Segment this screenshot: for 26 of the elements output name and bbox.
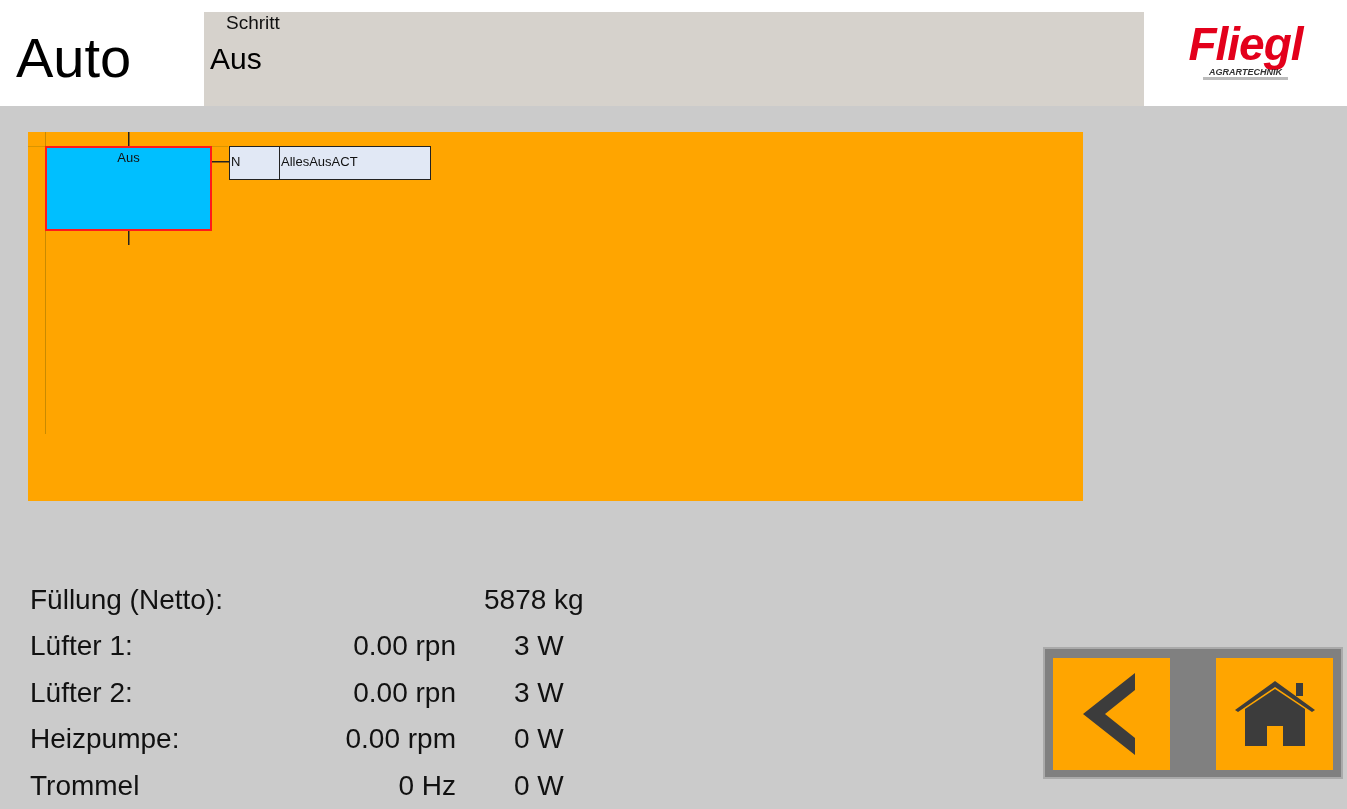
reading-label: Lüfter 1:: [30, 630, 134, 663]
action-name: AllesAusACT: [280, 145, 431, 180]
logo: Fliegl AGRARTECHNIK: [1144, 0, 1347, 106]
page-title: Auto: [15, 25, 133, 91]
reading-label: Trommel: [30, 769, 141, 802]
speed-value: 0.00 rpn: [352, 676, 456, 709]
speed-value: 0.00 rpm: [344, 723, 456, 756]
power-value: 3 W: [514, 630, 564, 663]
step-box: Aus: [45, 145, 212, 231]
step-label: Schritt: [226, 12, 280, 34]
reading-value: 5878 kg: [484, 583, 584, 616]
speed-value: 0.00 rpn: [352, 630, 456, 663]
power-value: 0 W: [514, 769, 564, 802]
step-value: Aus: [210, 42, 262, 76]
reading-label: Füllung (Netto):: [30, 583, 224, 616]
reading-label: Heizpumpe:: [30, 723, 181, 756]
connector-line: [128, 230, 130, 245]
power-value: 0 W: [514, 723, 564, 756]
back-button[interactable]: [1053, 657, 1170, 770]
connector-line: [212, 160, 229, 163]
action-qualifier: N: [229, 145, 280, 180]
connector-line: [128, 131, 130, 146]
home-button[interactable]: [1216, 657, 1333, 770]
power-value: 3 W: [514, 676, 564, 709]
reading-label: Lüfter 2:: [30, 676, 134, 709]
speed-value: 0 Hz: [397, 769, 456, 802]
